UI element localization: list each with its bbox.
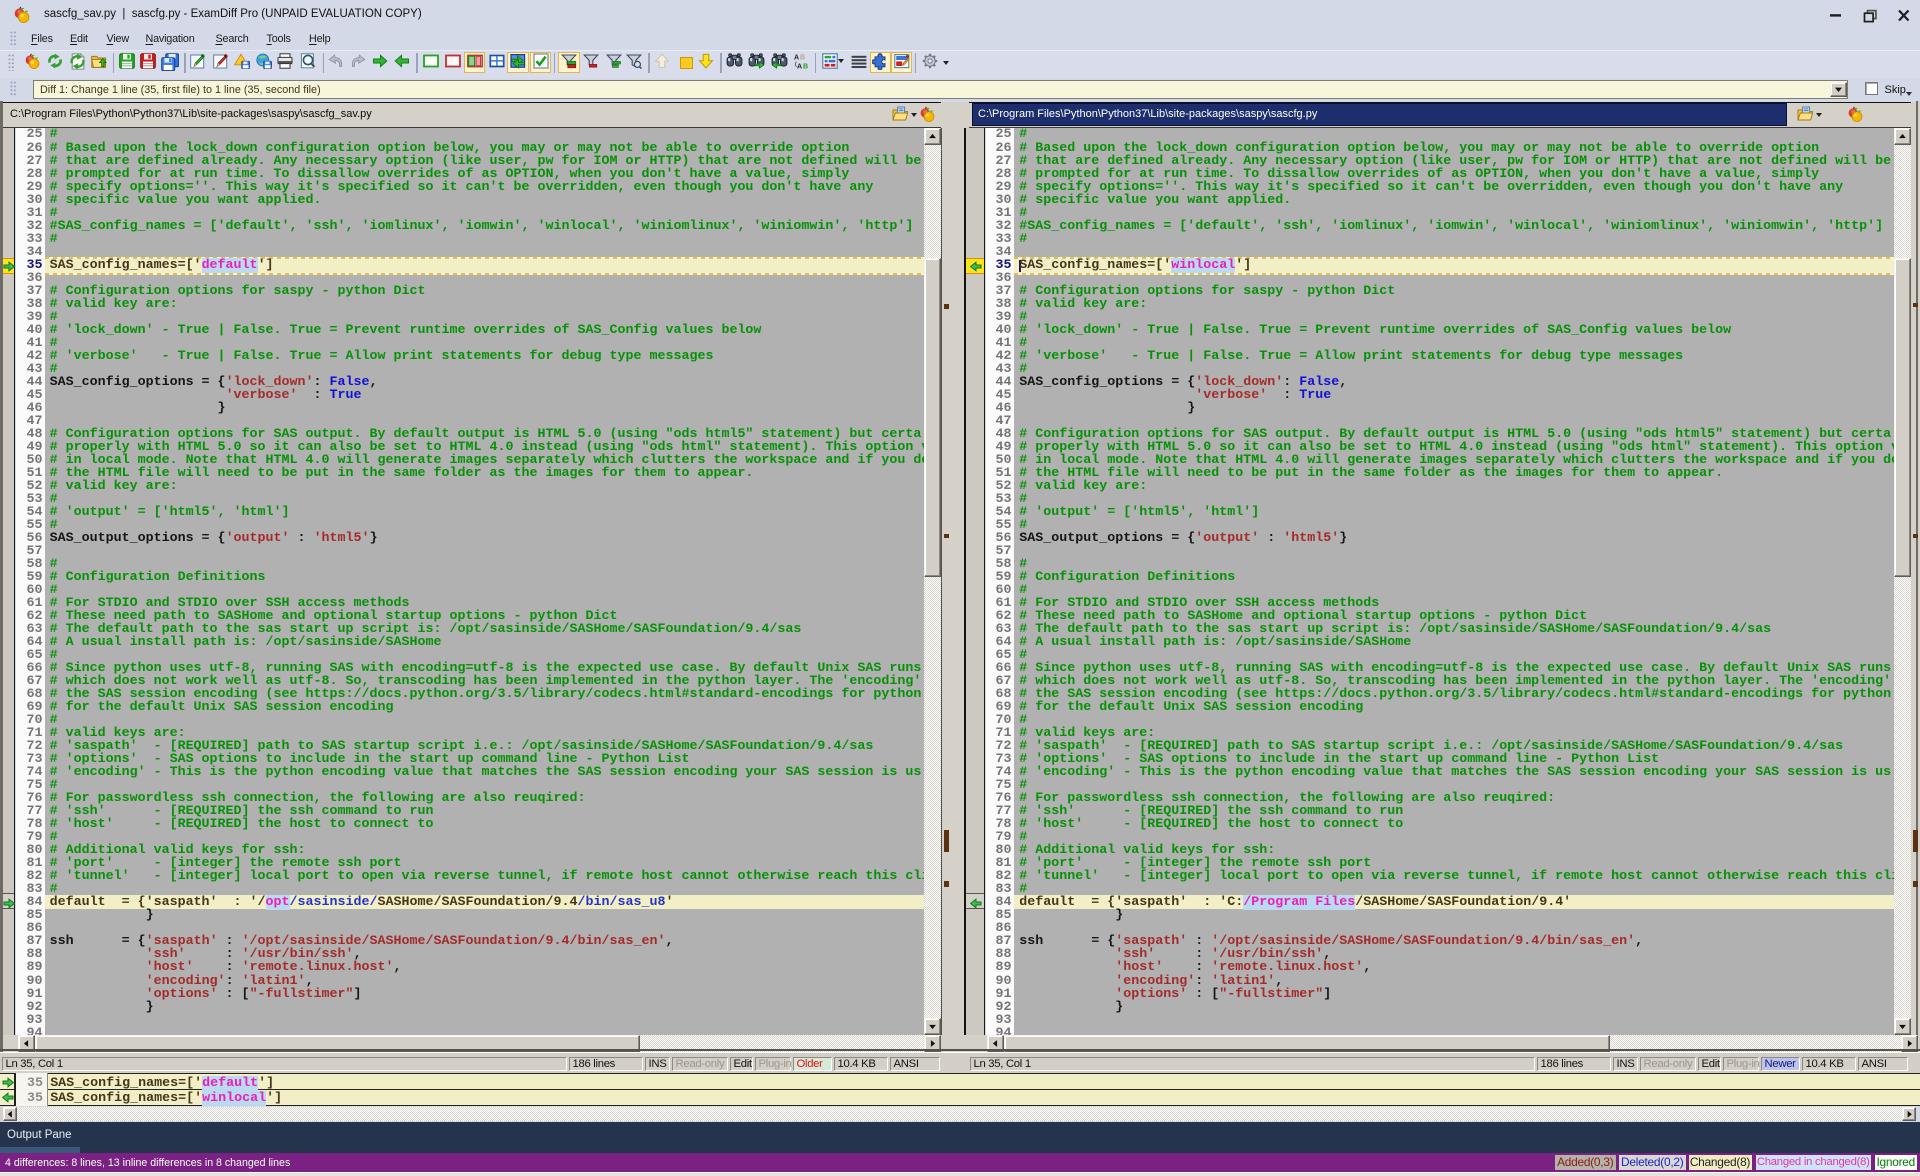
svg-text:A: A <box>794 54 799 61</box>
svg-text:B: B <box>800 54 805 61</box>
svg-text:B: B <box>803 63 808 70</box>
svg-text:A: A <box>797 63 802 70</box>
